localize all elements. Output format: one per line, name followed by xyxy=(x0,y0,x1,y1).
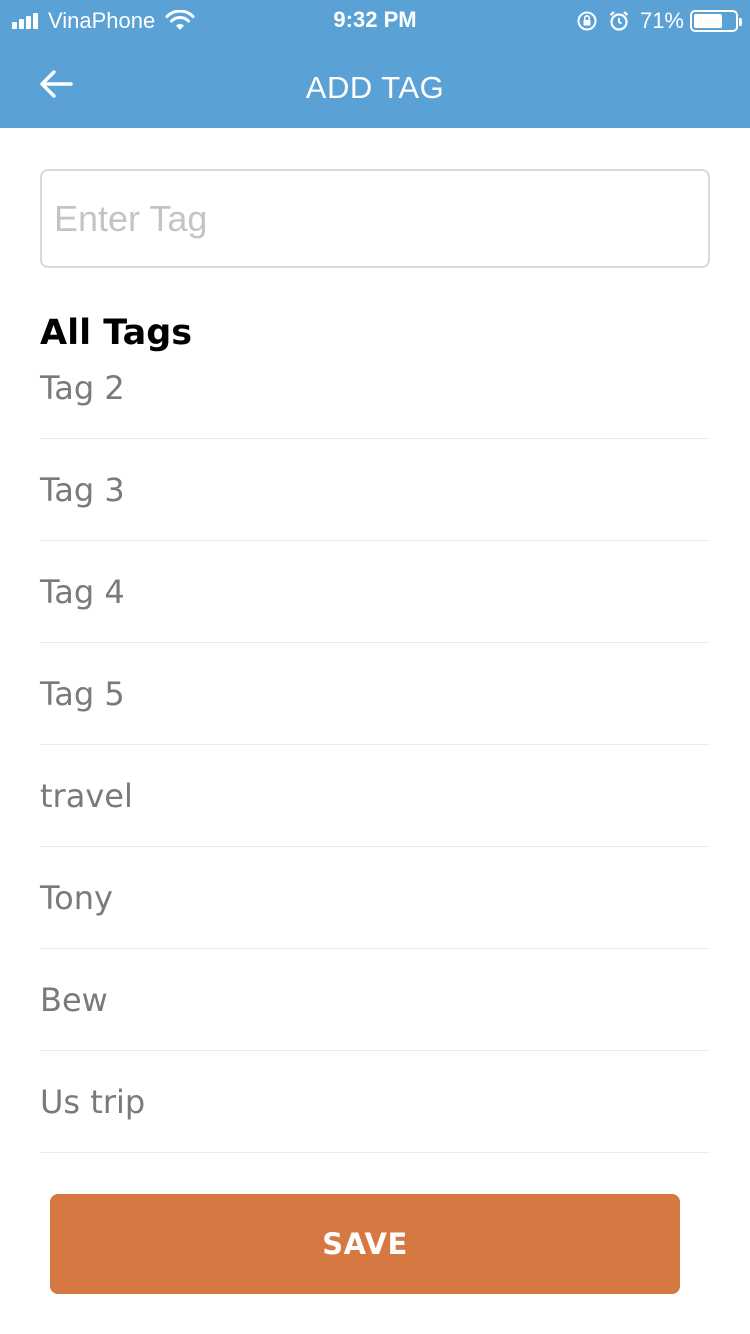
tag-label: Tony xyxy=(40,878,113,917)
tag-list: Tag 2 Tag 3 Tag 4 Tag 5 travel Tony Bew Us trip xyxy=(40,338,710,1153)
nav-bar: ADD TAG xyxy=(0,40,750,128)
tag-list-item[interactable]: Tag 2 xyxy=(40,338,710,439)
header: VinaPhone 9:32 PM 71% ADD TAG xyxy=(0,0,750,128)
status-right: 71% xyxy=(576,7,742,35)
page-title: ADD TAG xyxy=(305,70,445,105)
tag-label: Bew xyxy=(40,980,108,1019)
battery-icon xyxy=(690,10,742,32)
tag-list-item[interactable]: Us trip xyxy=(40,1051,710,1153)
tag-list-item[interactable]: Tag 3 xyxy=(40,439,710,541)
battery-percent: 71% xyxy=(639,8,684,33)
tag-label: Tag 4 xyxy=(40,572,125,611)
alarm-icon xyxy=(609,11,629,31)
tag-list-item[interactable]: Tag 5 xyxy=(40,643,710,745)
tag-list-item[interactable]: Bew xyxy=(40,949,710,1051)
tag-list-item[interactable]: Tony xyxy=(40,847,710,949)
tag-label: Tag 2 xyxy=(40,369,125,407)
tag-label: Tag 5 xyxy=(40,674,125,713)
tag-list-item[interactable]: travel xyxy=(40,745,710,847)
add-tag-screen: VinaPhone 9:32 PM 71% ADD TAG Enter Tag … xyxy=(0,0,750,1334)
tag-label: travel xyxy=(40,776,133,815)
tag-label: Tag 3 xyxy=(40,470,125,509)
save-button[interactable]: SAVE xyxy=(50,1194,680,1294)
rotation-lock-icon xyxy=(577,11,597,31)
tag-input[interactable] xyxy=(40,169,710,268)
tag-label: Us trip xyxy=(40,1082,146,1121)
status-bar: VinaPhone 9:32 PM 71% xyxy=(0,0,750,40)
battery-level xyxy=(694,14,723,28)
tag-list-item[interactable]: Tag 4 xyxy=(40,541,710,643)
